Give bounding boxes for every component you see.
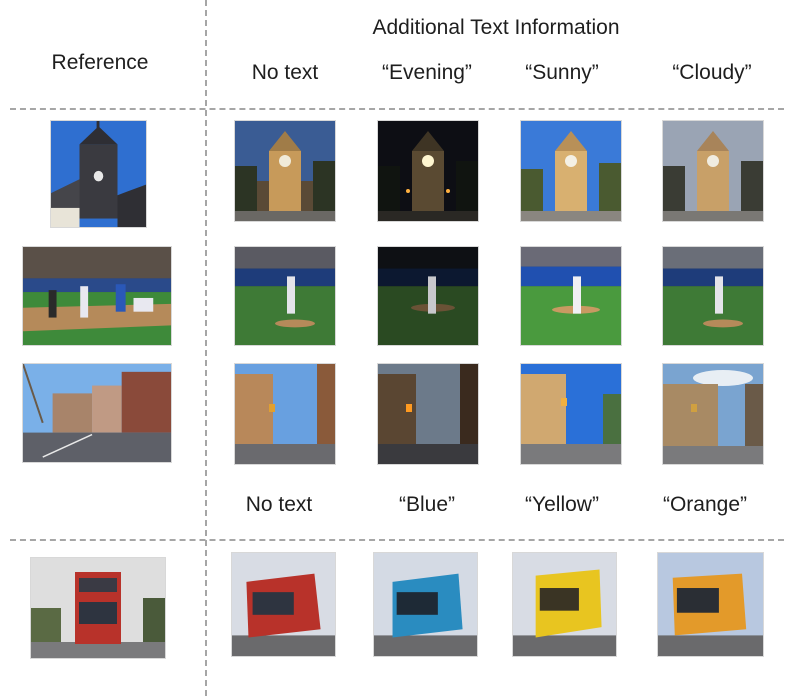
vertical-divider	[205, 0, 207, 696]
generated-image-tower-no-text	[234, 120, 336, 222]
horizontal-divider-bottom	[10, 539, 784, 541]
column-label-sunny: “Sunny”	[525, 61, 599, 84]
generated-image-baseball-no-text	[234, 246, 336, 346]
reference-label: Reference	[51, 51, 149, 74]
reference-image-baseball-field	[22, 246, 172, 346]
generated-image-tower-sunny	[520, 120, 622, 222]
generated-image-street-sunny	[520, 363, 622, 465]
generated-image-bus-blue	[373, 552, 478, 657]
column-label-evening: “Evening”	[382, 61, 472, 84]
reference-image-red-double-decker-bus	[30, 557, 166, 659]
column-label-blue: “Blue”	[398, 493, 456, 516]
section-title: Additional Text Information	[372, 16, 620, 39]
generated-image-bus-yellow	[512, 552, 617, 657]
column-label-yellow: “Yellow”	[525, 493, 599, 516]
generated-image-street-evening	[377, 363, 479, 465]
generated-image-bus-orange	[657, 552, 764, 657]
horizontal-divider-top	[10, 108, 784, 110]
generated-image-street-cloudy	[662, 363, 764, 465]
generated-image-tower-evening	[377, 120, 479, 222]
column-label-cloudy: “Cloudy”	[672, 61, 752, 84]
generated-image-street-no-text	[234, 363, 336, 465]
generated-image-baseball-cloudy	[662, 246, 764, 346]
generated-image-tower-cloudy	[662, 120, 764, 222]
column-label-orange: “Orange”	[662, 493, 748, 516]
column-label-no-text: No text	[251, 61, 319, 84]
generated-image-bus-no-text	[231, 552, 336, 657]
reference-image-clock-tower	[50, 120, 147, 228]
generated-image-baseball-evening	[377, 246, 479, 346]
column-label-no-text-bottom: No text	[245, 493, 313, 516]
reference-image-city-street	[22, 363, 172, 463]
generated-image-baseball-sunny	[520, 246, 622, 346]
